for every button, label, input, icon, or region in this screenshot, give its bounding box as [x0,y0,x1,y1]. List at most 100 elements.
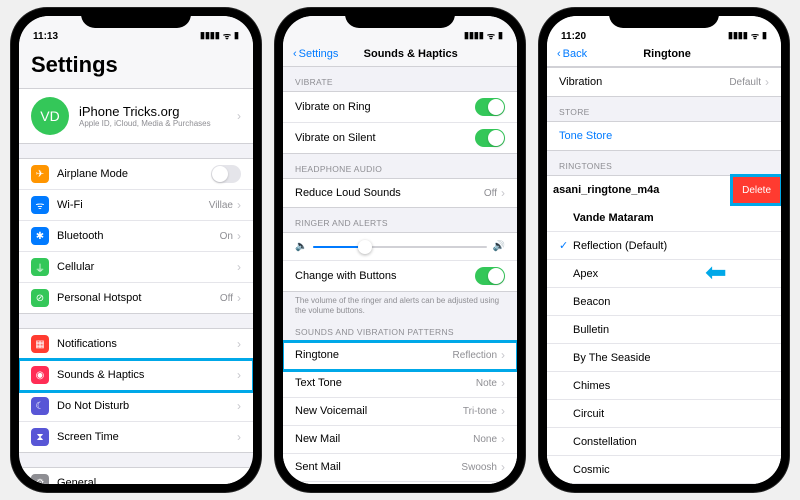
row-value: Off [220,293,233,304]
row-circuit[interactable]: Circuit [547,400,781,428]
row-label: By The Seaside [573,352,769,364]
chevron-right-icon: › [501,404,505,418]
volume-high-icon: 🔊 [493,241,505,252]
toggle[interactable] [475,98,505,116]
row-icon: ⧗ [31,428,49,446]
volume-low-icon: 🔈 [295,241,307,252]
signal-icon: ▮▮▮▮ [464,30,484,41]
row-new-voicemail[interactable]: New Voicemail Tri-tone › [283,398,517,426]
toggle[interactable] [211,165,241,183]
chevron-right-icon: › [765,75,769,89]
apple-id-row[interactable]: VD iPhone Tricks.org Apple ID, iCloud, M… [19,88,253,144]
battery-icon: ▮ [498,30,503,41]
row-label: asani_ringtone_m4a [553,184,720,196]
toggle[interactable] [475,129,505,147]
chevron-left-icon: ‹ [293,48,297,60]
row-sounds-haptics[interactable]: ◉ Sounds & Haptics › [19,360,253,391]
row-wi-fi[interactable]: ᯤ Wi-FiVillae › [19,190,253,221]
wifi-icon: ᯤ [487,29,495,42]
row-tone-store[interactable]: Tone Store [547,122,781,150]
row-text-tone[interactable]: Text Tone Note › [283,370,517,398]
row-label: Reduce Loud Sounds [295,187,484,199]
back-button[interactable]: ‹ Settings [293,48,338,60]
chevron-right-icon: › [237,368,241,382]
row-constellation[interactable]: Constellation [547,428,781,456]
back-button[interactable]: ‹ Back [557,48,587,60]
delete-label: Delete [742,185,771,196]
row-ringtone[interactable]: Ringtone Reflection › [283,342,517,370]
swiped-row[interactable]: asani_ringtone_m4a Delete [547,176,781,204]
chevron-right-icon: › [237,337,241,351]
signal-icon: ▮▮▮▮ [728,30,748,41]
group-ringer: 🔈 🔊 Change with Buttons [283,232,517,292]
group-vibrate: Vibrate on Ring Vibrate on Silent [283,91,517,154]
row-reflection-default-[interactable]: ✓ Reflection (Default) [547,232,781,260]
row-label: New Voicemail [295,405,463,417]
phone-settings: 11:13 ▮▮▮▮ ᯤ ▮ Settings VD iPhone Tricks… [11,8,261,492]
row-value: Note [476,378,497,389]
phone-ringtone: 11:20 ▮▮▮▮ ᯤ ▮ ‹ Back Ringtone Vibration… [539,8,789,492]
row-icon: ▦ [31,335,49,353]
chevron-right-icon: › [237,430,241,444]
section-footer: The volume of the ringer and alerts can … [283,292,517,317]
row-icon: ☾ [31,397,49,415]
row-vibrate-on-silent[interactable]: Vibrate on Silent [283,123,517,153]
row-label: Text Tone [295,377,476,389]
group-vibration: Vibration Default › [547,67,781,97]
volume-slider-row[interactable]: 🔈 🔊 [283,233,517,261]
notch [81,8,191,28]
delete-button[interactable]: Delete [732,176,781,204]
row-label: Ringtone [295,349,453,361]
row-change-with-buttons[interactable]: Change with Buttons [283,261,517,291]
row-sent-mail[interactable]: Sent Mail Swoosh › [283,454,517,482]
row-do-not-disturb[interactable]: ☾ Do Not Disturb › [19,391,253,422]
row-bulletin[interactable]: Bulletin [547,316,781,344]
row-vibrate-on-ring[interactable]: Vibrate on Ring [283,92,517,123]
row-icon: ✱ [31,227,49,245]
row-reduce-loud-sounds[interactable]: Reduce Loud Sounds Off › [283,179,517,207]
row-icon: ✈ [31,165,49,183]
chevron-right-icon: › [237,198,241,212]
row-value: On [220,231,233,242]
row-personal-hotspot[interactable]: ⊘ Personal HotspotOff › [19,283,253,313]
group-patterns: Ringtone Reflection ›Text Tone Note ›New… [283,341,517,484]
chevron-right-icon: › [501,432,505,446]
row-label: Vande Mataram [573,212,769,224]
row-label: Tone Store [559,130,769,142]
row-label: New Mail [295,433,473,445]
chevron-right-icon: › [237,260,241,274]
section-ringer: Ringer and Alerts [283,208,517,232]
row-cellular[interactable]: ⏚ Cellular › [19,252,253,283]
notch [345,8,455,28]
nav-title: Sounds & Haptics [344,48,477,60]
row-screen-time[interactable]: ⧗ Screen Time › [19,422,253,452]
volume-slider[interactable] [313,246,486,248]
battery-icon: ▮ [234,30,239,41]
row-value: Villae [209,200,233,211]
battery-icon: ▮ [762,30,767,41]
row-vibration[interactable]: Vibration Default › [547,68,781,96]
row-calendar-alerts[interactable]: Calendar Alerts › [283,482,517,484]
row-airplane-mode[interactable]: ✈ Airplane Mode [19,159,253,190]
row-cosmic[interactable]: Cosmic [547,456,781,484]
signal-icon: ▮▮▮▮ [200,30,220,41]
row-label: Cosmic [573,464,769,476]
page-title: Settings [19,44,253,88]
row-notifications[interactable]: ▦ Notifications › [19,329,253,360]
row-chimes[interactable]: Chimes [547,372,781,400]
row-beacon[interactable]: Beacon [547,288,781,316]
phone-sounds-haptics: ▮▮▮▮ ᯤ ▮ ‹ Settings Sounds & Haptics Vib… [275,8,525,492]
row-label: Vibration [559,76,729,88]
row-by-the-seaside[interactable]: By The Seaside [547,344,781,372]
status-icons: ▮▮▮▮ ᯤ ▮ [464,29,503,42]
row-new-mail[interactable]: New Mail None › [283,426,517,454]
row-label: Cellular [57,261,233,273]
row-bluetooth[interactable]: ✱ BluetoothOn › [19,221,253,252]
row-vande-mataram[interactable]: Vande Mataram [547,204,781,232]
group-headphone: Reduce Loud Sounds Off › [283,178,517,208]
screen: ▮▮▮▮ ᯤ ▮ ‹ Settings Sounds & Haptics Vib… [283,16,517,484]
row-general[interactable]: ⚙ General › [19,468,253,484]
section-headphone: Headphone Audio [283,154,517,178]
toggle[interactable] [475,267,505,285]
row-apex[interactable]: Apex [547,260,781,288]
